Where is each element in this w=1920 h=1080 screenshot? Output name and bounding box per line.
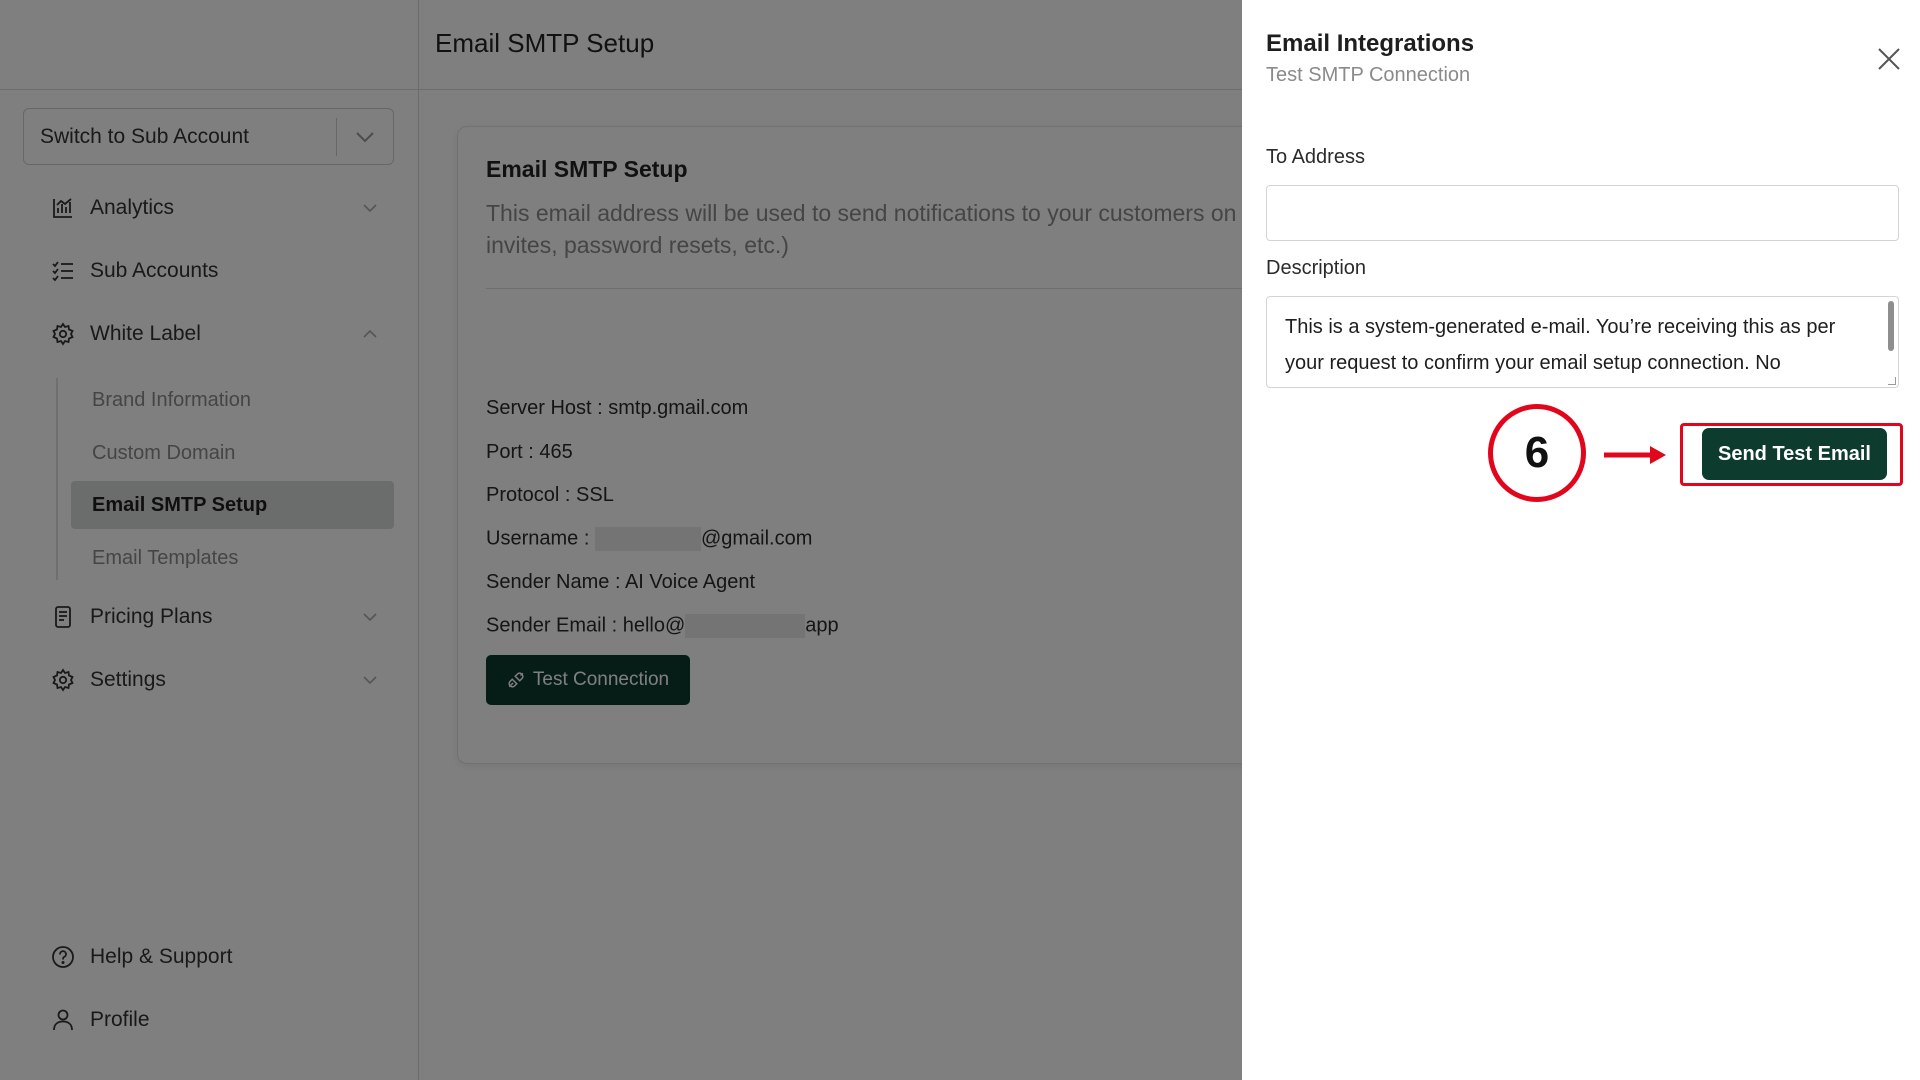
to-address-label: To Address: [1266, 146, 1365, 168]
step-6-callout: 6: [1488, 404, 1586, 502]
close-icon[interactable]: [1874, 44, 1904, 74]
drawer-subtitle: Test SMTP Connection: [1266, 64, 1471, 86]
textarea-scrollbar[interactable]: [1888, 301, 1894, 351]
email-integrations-drawer: Email Integrations Test SMTP Connection …: [1242, 0, 1920, 1080]
send-test-email-button[interactable]: Send Test Email: [1702, 428, 1887, 480]
drawer-title: Email Integrations: [1266, 30, 1475, 57]
description-text: This is a system-generated e-mail. You’r…: [1285, 316, 1836, 374]
step-6-arrow-icon: [1604, 446, 1666, 464]
to-address-input[interactable]: [1266, 185, 1899, 241]
description-textarea[interactable]: This is a system-generated e-mail. You’r…: [1266, 296, 1899, 388]
resize-handle-icon[interactable]: [1888, 377, 1896, 385]
description-label: Description: [1266, 257, 1367, 279]
